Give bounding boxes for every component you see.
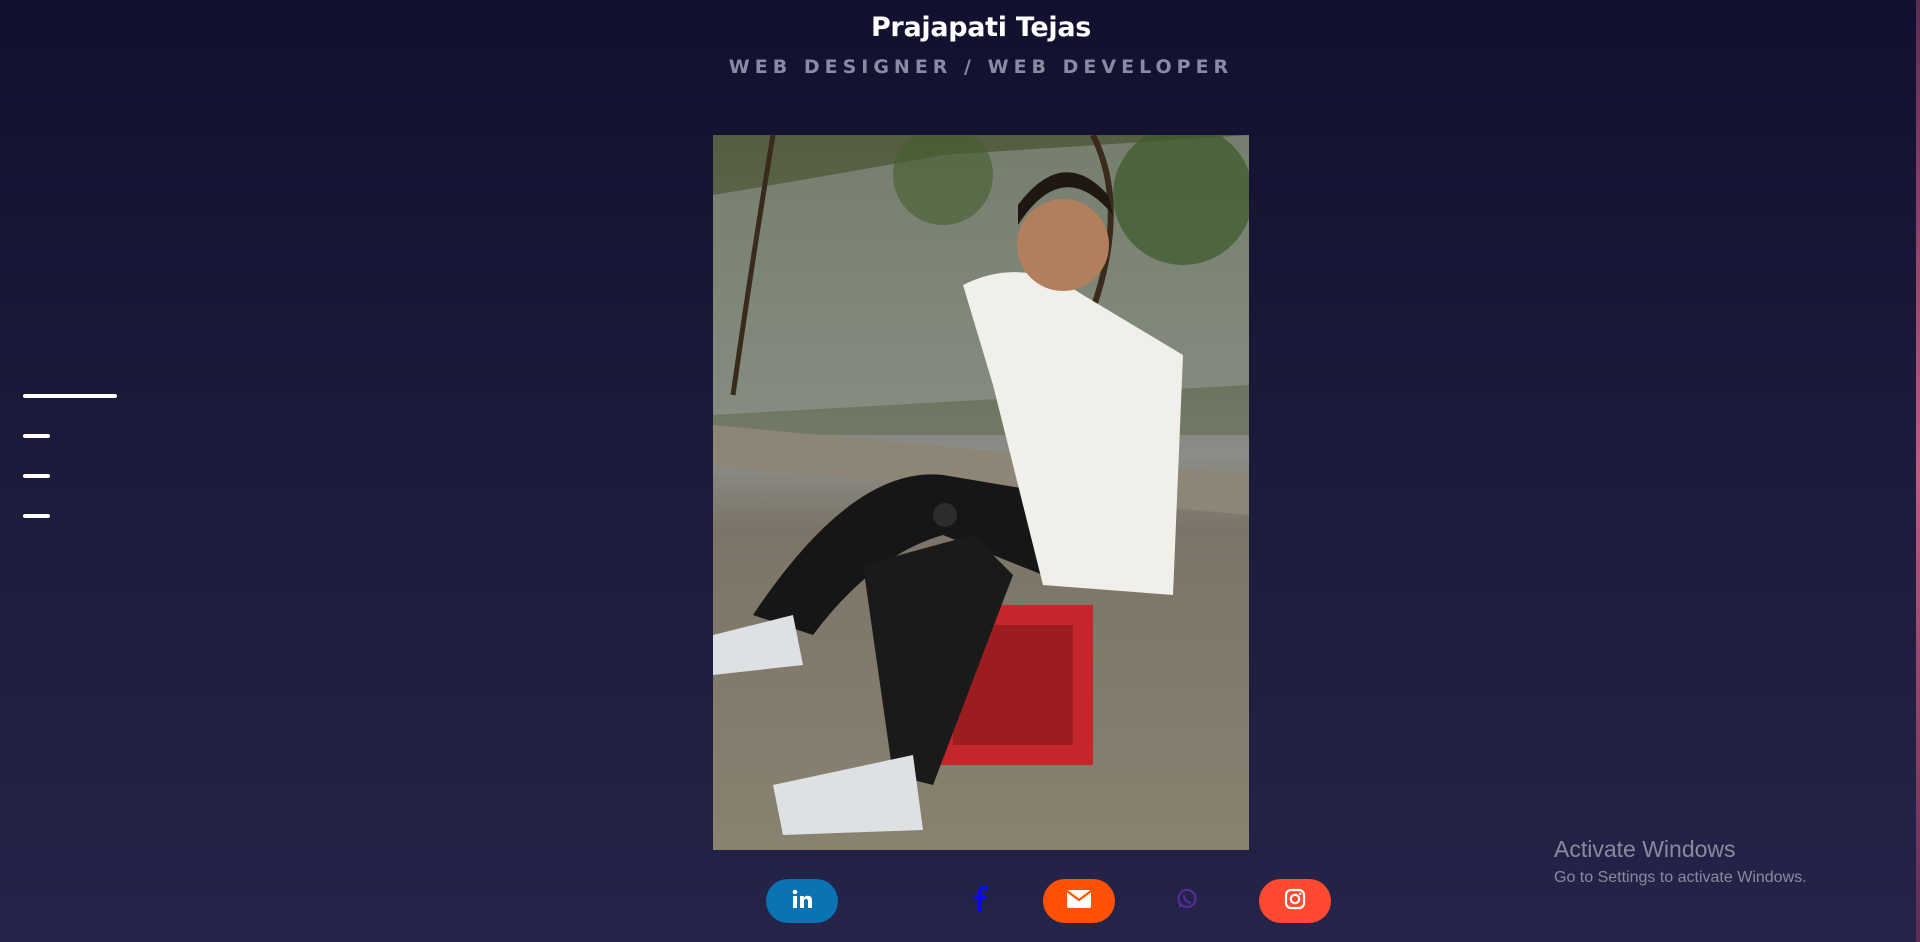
whatsapp-icon [1175, 887, 1199, 915]
watermark-subtitle: Go to Settings to activate Windows. [1554, 869, 1807, 886]
portrait-photo [713, 135, 1249, 850]
instagram-button[interactable] [1259, 879, 1331, 923]
page-title: Prajapati Tejas [870, 12, 1092, 43]
job-role-subtitle: WEB DESIGNER / WEB DEVELOPER [728, 56, 1234, 78]
whatsapp-button[interactable] [1151, 879, 1223, 923]
instagram-icon [1283, 887, 1307, 915]
scrollbar[interactable] [1916, 0, 1920, 942]
watermark-title: Activate Windows [1554, 836, 1736, 862]
facebook-icon [971, 886, 991, 916]
menu-line-4[interactable] [23, 514, 50, 518]
menu-line-2[interactable] [23, 434, 50, 438]
linkedin-icon [790, 887, 814, 915]
windows-activation-watermark: Activate Windows Go to Settings to activ… [1554, 836, 1807, 887]
menu-line-1[interactable] [23, 394, 117, 398]
side-navigation [23, 394, 117, 554]
social-links [766, 879, 1331, 923]
linkedin-button[interactable] [766, 879, 838, 923]
email-button[interactable] [1043, 879, 1115, 923]
menu-line-3[interactable] [23, 474, 50, 478]
facebook-button[interactable] [945, 879, 1017, 923]
envelope-icon [1066, 889, 1092, 913]
